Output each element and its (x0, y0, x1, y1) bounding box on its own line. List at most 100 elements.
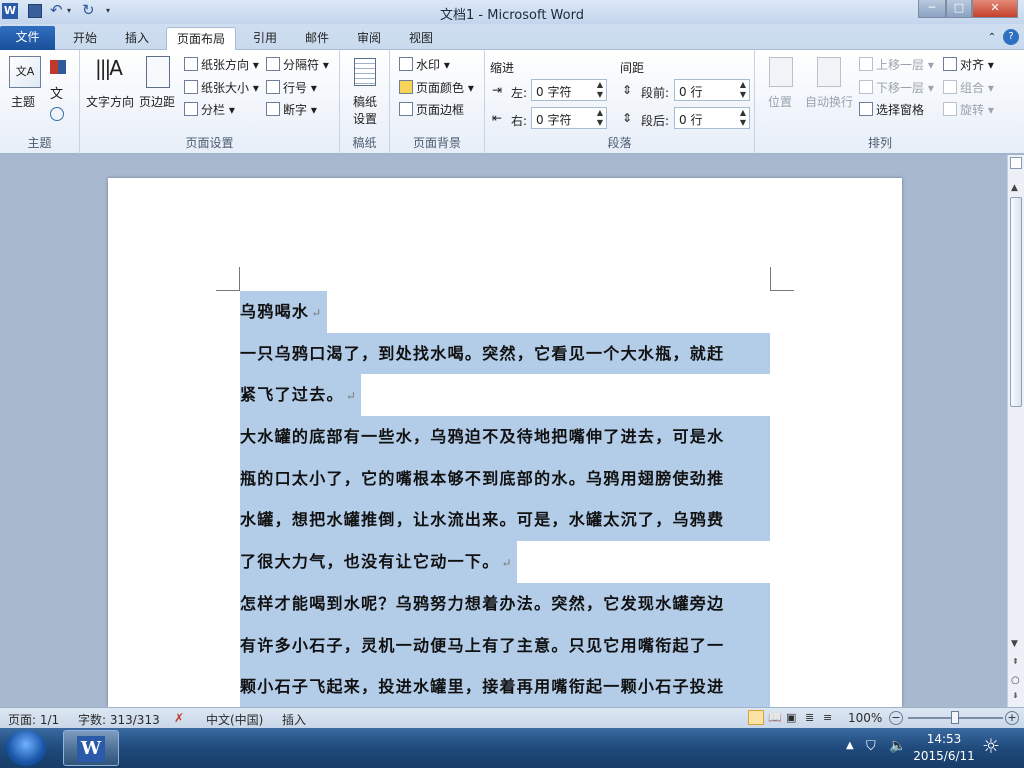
web-view-icon[interactable]: ▣ (786, 711, 796, 724)
theme-effects-icon[interactable] (50, 107, 64, 121)
position-icon[interactable] (769, 57, 793, 87)
themes-button[interactable]: 主题 (11, 93, 35, 110)
spin-arrows-icon[interactable]: ▲ ▼ (740, 108, 746, 128)
zoom-out-icon[interactable]: − (889, 711, 903, 725)
document-line[interactable]: 有许多小石子，灵机一动便马上有了主意。只见它用嘴衔起了一 (240, 624, 770, 667)
selected-text[interactable]: 颗小石子飞起来，投进水罐里，接着再用嘴衔起一颗小石子投进 (240, 666, 770, 707)
maximize-button[interactable]: □ (946, 0, 972, 18)
selected-text[interactable]: 了很大力气，也没有让它动一下。 ↵ (240, 541, 517, 583)
selected-text[interactable]: 有许多小石子，灵机一动便马上有了主意。只见它用嘴衔起了一 (240, 624, 770, 667)
vertical-scrollbar[interactable]: ▲ ▼ ⇞ ○ ⇟ (1007, 155, 1024, 707)
position-button[interactable]: 位置 (768, 93, 792, 110)
margins-button[interactable]: 页边距 (139, 93, 175, 110)
start-button[interactable] (6, 730, 46, 766)
group-button[interactable]: 组合 ▾ (943, 79, 994, 96)
weather-icon[interactable]: ☼ (982, 734, 1000, 758)
help-icon[interactable]: ? (1003, 29, 1019, 45)
wrap-text-button[interactable]: 自动换行 (805, 93, 853, 110)
indent-right-field[interactable]: 0 字符 ▲ ▼ (531, 107, 607, 129)
insert-mode[interactable]: 插入 (282, 711, 306, 728)
spacing-before-field[interactable]: 0 行 ▲ ▼ (674, 79, 750, 101)
action-center-icon[interactable]: ⛉ (866, 739, 876, 754)
full-screen-view-icon[interactable]: 📖 (768, 711, 782, 724)
spacing-after-field[interactable]: 0 行 ▲ ▼ (674, 107, 750, 129)
selected-text[interactable]: 大水罐的底部有一些水，乌鸦迫不及待地把嘴伸了进去，可是水 (240, 416, 770, 458)
document-line[interactable]: 瓶的口太小了，它的嘴根本够不到底部的水。乌鸦用翅膀使劲推 (240, 457, 770, 500)
rotate-button[interactable]: 旋转 ▾ (943, 101, 994, 118)
tab-references[interactable]: 引用 (242, 27, 288, 50)
tab-review[interactable]: 审阅 (346, 27, 392, 50)
zoom-level[interactable]: 100% (848, 711, 882, 725)
zoom-slider-thumb[interactable] (951, 711, 959, 724)
align-button[interactable]: 对齐 ▾ (943, 56, 994, 73)
document-body[interactable]: 乌鸦喝水 ↵ 一只乌鸦口渴了，到处找水喝。突然，它看见一个大水瓶，就赶 紧飞了过去。 ↵… (240, 291, 770, 707)
document-line[interactable]: 乌鸦喝水 ↵ (240, 291, 770, 333)
clock[interactable]: 14:53 2015/6/11 (910, 731, 978, 765)
tab-view[interactable]: 视图 (398, 27, 444, 50)
selected-text[interactable]: 乌鸦喝水 ↵ (240, 291, 327, 333)
selected-text[interactable]: 一只乌鸦口渴了，到处找水喝。突然，它看见一个大水瓶，就赶 (240, 332, 770, 375)
text-direction-button[interactable]: 文字方向 (86, 93, 134, 110)
draft-view-icon[interactable]: ≡ (823, 711, 832, 724)
columns-button[interactable]: 分栏 ▾ (184, 101, 235, 118)
tab-insert[interactable]: 插入 (114, 27, 160, 50)
tab-mailings[interactable]: 邮件 (294, 27, 340, 50)
browse-object-icon[interactable]: ○ (1011, 675, 1020, 686)
document-line[interactable]: 水罐，想把水罐推倒，让水流出来。可是，水罐太沉了，乌鸦费 (240, 499, 770, 542)
text-direction-icon[interactable]: |||A (95, 56, 123, 80)
scroll-down-icon[interactable]: ▼ (1011, 639, 1018, 649)
manuscript-settings-line2[interactable]: 设置 (353, 110, 377, 127)
tab-home[interactable]: 开始 (62, 27, 108, 50)
scroll-thumb[interactable] (1010, 197, 1022, 407)
close-button[interactable]: ✕ (972, 0, 1018, 18)
size-button[interactable]: 纸张大小 ▾ (184, 79, 259, 96)
indent-left-field[interactable]: 0 字符 ▲ ▼ (531, 79, 607, 101)
page-borders-button[interactable]: 页面边框 (399, 101, 464, 118)
tab-page-layout[interactable]: 页面布局 (166, 27, 236, 52)
bring-forward-button[interactable]: 上移一层 ▾ (859, 56, 934, 73)
document-line[interactable]: 颗小石子飞起来，投进水罐里，接着再用嘴衔起一颗小石子投进 (240, 666, 770, 707)
selected-text[interactable]: 瓶的口太小了，它的嘴根本够不到底部的水。乌鸦用翅膀使劲推 (240, 457, 770, 500)
minimize-button[interactable]: ─ (918, 0, 946, 18)
themes-icon[interactable]: 文A (9, 56, 41, 88)
manuscript-settings-line1[interactable]: 稿纸 (353, 93, 377, 110)
page-count[interactable]: 页面: 1/1 (8, 711, 59, 728)
ruler-toggle-icon[interactable] (1010, 157, 1022, 169)
send-backward-button[interactable]: 下移一层 ▾ (859, 79, 934, 96)
print-layout-view-icon[interactable] (748, 710, 764, 725)
document-page[interactable]: 乌鸦喝水 ↵ 一只乌鸦口渴了，到处找水喝。突然，它看见一个大水瓶，就赶 紧飞了过去。 ↵… (108, 178, 902, 707)
document-line[interactable]: 大水罐的底部有一些水，乌鸦迫不及待地把嘴伸了进去，可是水 (240, 416, 770, 458)
theme-colors-icon[interactable] (50, 60, 66, 74)
document-line[interactable]: 一只乌鸦口渴了，到处找水喝。突然，它看见一个大水瓶，就赶 (240, 332, 770, 375)
margins-icon[interactable] (146, 56, 170, 88)
selection-pane-button[interactable]: 选择窗格 (859, 101, 924, 118)
minimize-ribbon-icon[interactable]: ⌃ (984, 27, 1000, 50)
spin-arrows-icon[interactable]: ▲ ▼ (740, 80, 746, 100)
document-line[interactable]: 怎样才能喝到水呢？乌鸦努力想着办法。突然，它发现水罐旁边 (240, 582, 770, 625)
orientation-button[interactable]: 纸张方向 ▾ (184, 56, 259, 73)
next-page-icon[interactable]: ⇟ (1012, 691, 1019, 700)
show-hidden-icons-icon[interactable]: ▲ (846, 740, 854, 751)
tab-file[interactable]: 文件 (0, 26, 55, 50)
spin-arrows-icon[interactable]: ▲ ▼ (597, 80, 603, 100)
breaks-button[interactable]: 分隔符 ▾ (266, 56, 329, 73)
scroll-up-icon[interactable]: ▲ (1011, 183, 1018, 193)
selected-text[interactable]: 紧飞了过去。 ↵ (240, 374, 362, 417)
theme-fonts-icon[interactable]: 文 (50, 83, 63, 102)
language[interactable]: 中文(中国) (206, 711, 263, 728)
taskbar-word-app[interactable]: W (63, 730, 119, 766)
volume-icon[interactable]: 🔈 (889, 738, 906, 754)
word-count[interactable]: 字数: 313/313 (78, 711, 160, 728)
selected-text[interactable]: 怎样才能喝到水呢？乌鸦努力想着办法。突然，它发现水罐旁边 (240, 582, 770, 625)
line-numbers-button[interactable]: 行号 ▾ (266, 79, 317, 96)
page-color-button[interactable]: 页面颜色 ▾ (399, 79, 474, 96)
zoom-in-icon[interactable]: + (1005, 711, 1019, 725)
document-line[interactable]: 了很大力气，也没有让它动一下。 ↵ (240, 541, 770, 583)
manuscript-icon[interactable] (354, 58, 376, 86)
selected-text[interactable]: 水罐，想把水罐推倒，让水流出来。可是，水罐太沉了，乌鸦费 (240, 499, 770, 542)
wrap-text-icon[interactable] (817, 57, 841, 87)
document-line[interactable]: 紧飞了过去。 ↵ (240, 374, 770, 417)
watermark-button[interactable]: 水印 ▾ (399, 56, 450, 73)
hyphenation-button[interactable]: 断字 ▾ (266, 101, 317, 118)
proofing-icon[interactable]: ✗ (174, 711, 184, 725)
